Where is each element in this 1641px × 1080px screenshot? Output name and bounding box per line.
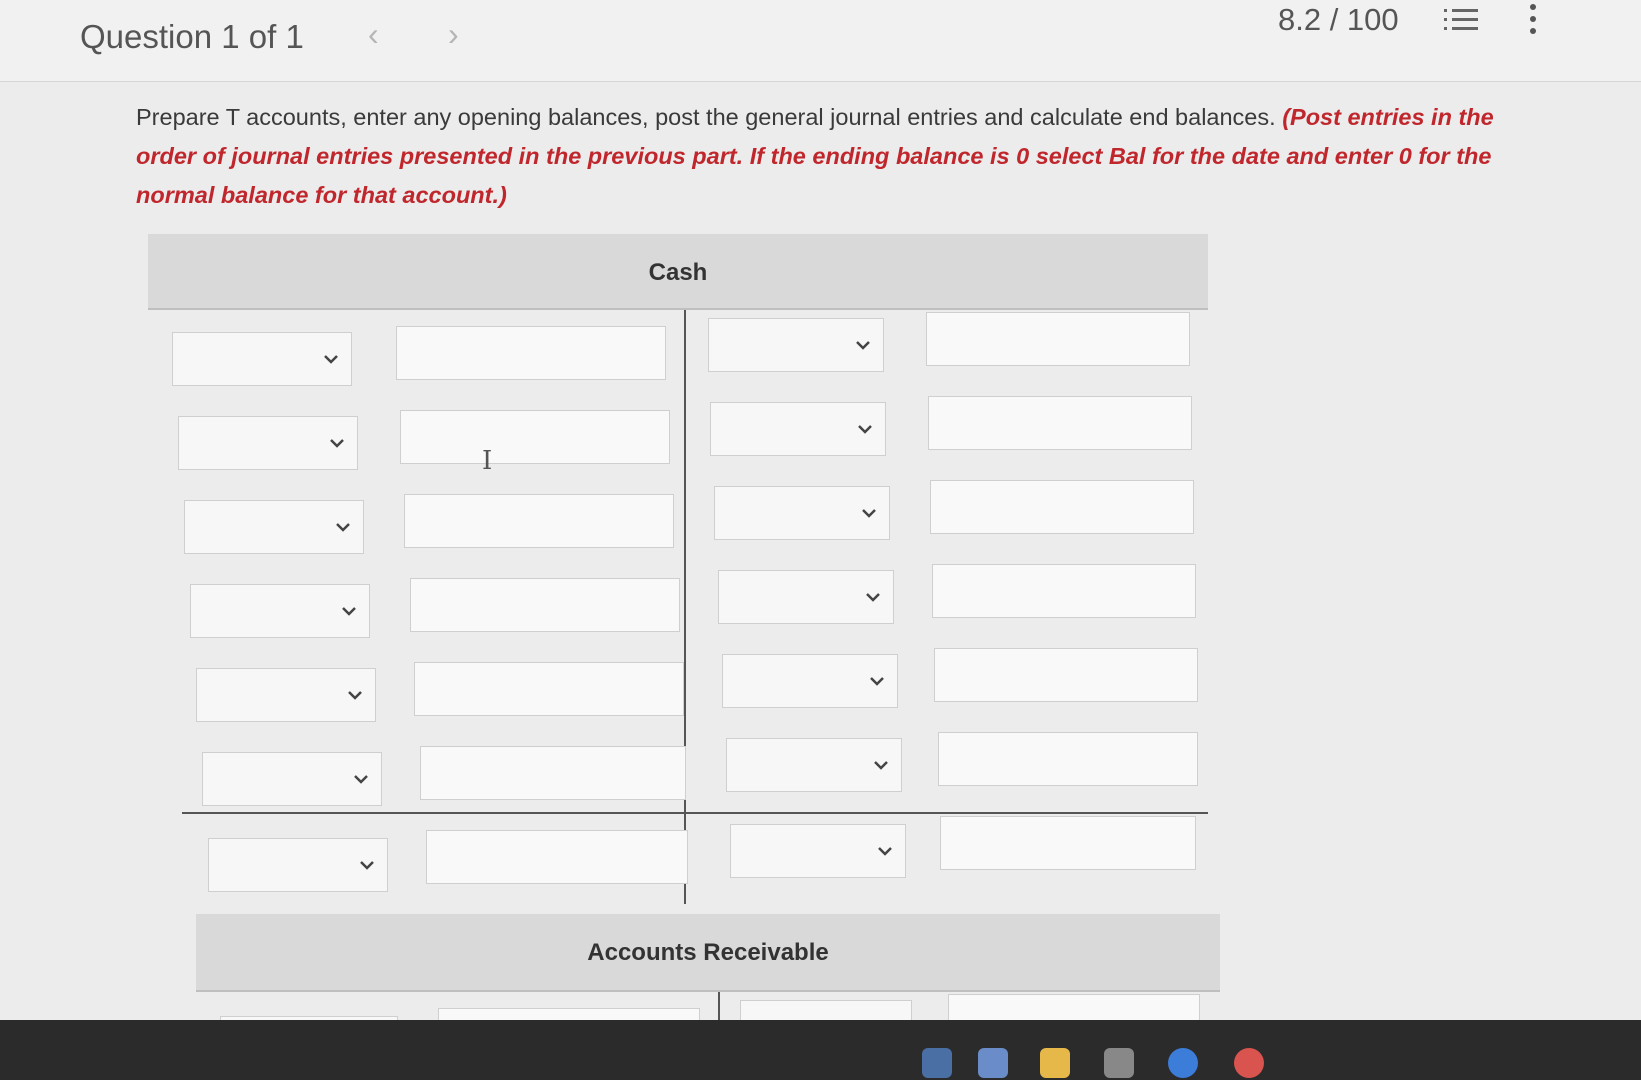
- taskbar-app-icon[interactable]: [922, 1048, 952, 1078]
- date-select[interactable]: [710, 402, 886, 456]
- date-select[interactable]: [714, 486, 890, 540]
- text-cursor-icon: I: [482, 446, 493, 476]
- chevron-down-icon: [360, 861, 374, 870]
- amount-input[interactable]: [938, 732, 1198, 786]
- balance-amount-input[interactable]: [426, 830, 688, 884]
- balance-date-select[interactable]: [730, 824, 906, 878]
- folder-icon[interactable]: [1040, 1048, 1070, 1078]
- balance-amount-input[interactable]: [940, 816, 1196, 870]
- t-account-divider: [684, 310, 686, 904]
- balance-date-select[interactable]: [208, 838, 388, 892]
- amount-input[interactable]: [420, 746, 686, 800]
- date-select[interactable]: [718, 570, 894, 624]
- date-select[interactable]: [184, 500, 364, 554]
- amount-input[interactable]: [928, 396, 1192, 450]
- chevron-down-icon: [336, 523, 350, 532]
- amount-input[interactable]: [926, 312, 1190, 366]
- chevron-down-icon: [856, 341, 870, 350]
- amount-input[interactable]: [934, 648, 1198, 702]
- date-select[interactable]: [178, 416, 358, 470]
- chrome-icon[interactable]: [1234, 1048, 1264, 1078]
- date-select[interactable]: [722, 654, 898, 708]
- chevron-down-icon: [874, 761, 888, 770]
- chevron-down-icon: [342, 607, 356, 616]
- date-select[interactable]: [196, 668, 376, 722]
- top-bar: Question 1 of 1 ‹ › 8.2 / 100: [0, 0, 1641, 82]
- taskbar-app-icon[interactable]: [1104, 1048, 1134, 1078]
- chevron-right-icon[interactable]: ›: [448, 16, 459, 53]
- taskbar: [0, 1020, 1641, 1080]
- amount-input[interactable]: [404, 494, 674, 548]
- date-select[interactable]: [708, 318, 884, 372]
- chevron-down-icon: [878, 847, 892, 856]
- t-account-title: Cash: [148, 234, 1208, 310]
- chevron-left-icon[interactable]: ‹: [368, 16, 379, 53]
- chevron-down-icon: [354, 775, 368, 784]
- chevron-down-icon: [866, 593, 880, 602]
- chevron-down-icon: [324, 355, 338, 364]
- amount-input[interactable]: [400, 410, 670, 464]
- amount-input[interactable]: [410, 578, 680, 632]
- taskbar-app-icon[interactable]: [1168, 1048, 1198, 1078]
- more-vertical-icon[interactable]: [1526, 2, 1540, 36]
- chevron-down-icon: [858, 425, 872, 434]
- amount-input[interactable]: [930, 480, 1194, 534]
- date-select[interactable]: [172, 332, 352, 386]
- instructions: Prepare T accounts, enter any opening ba…: [136, 98, 1516, 215]
- date-select[interactable]: [726, 738, 902, 792]
- t-account-total-line: [182, 812, 1208, 814]
- amount-input[interactable]: [414, 662, 684, 716]
- amount-input[interactable]: [932, 564, 1196, 618]
- date-select[interactable]: [190, 584, 370, 638]
- chevron-down-icon: [330, 439, 344, 448]
- t-account-title: Accounts Receivable: [196, 914, 1220, 992]
- question-label: Question 1 of 1: [80, 18, 304, 55]
- amount-input[interactable]: [396, 326, 666, 380]
- date-select[interactable]: [202, 752, 382, 806]
- chevron-down-icon: [348, 691, 362, 700]
- chevron-down-icon: [862, 509, 876, 518]
- instructions-text: Prepare T accounts, enter any opening ba…: [136, 104, 1276, 130]
- numbered-list-icon[interactable]: [1444, 6, 1478, 34]
- taskbar-app-icon[interactable]: [978, 1048, 1008, 1078]
- chevron-down-icon: [870, 677, 884, 686]
- score-display: 8.2 / 100: [1278, 2, 1399, 37]
- t-account-cash: Cash: [148, 234, 1208, 904]
